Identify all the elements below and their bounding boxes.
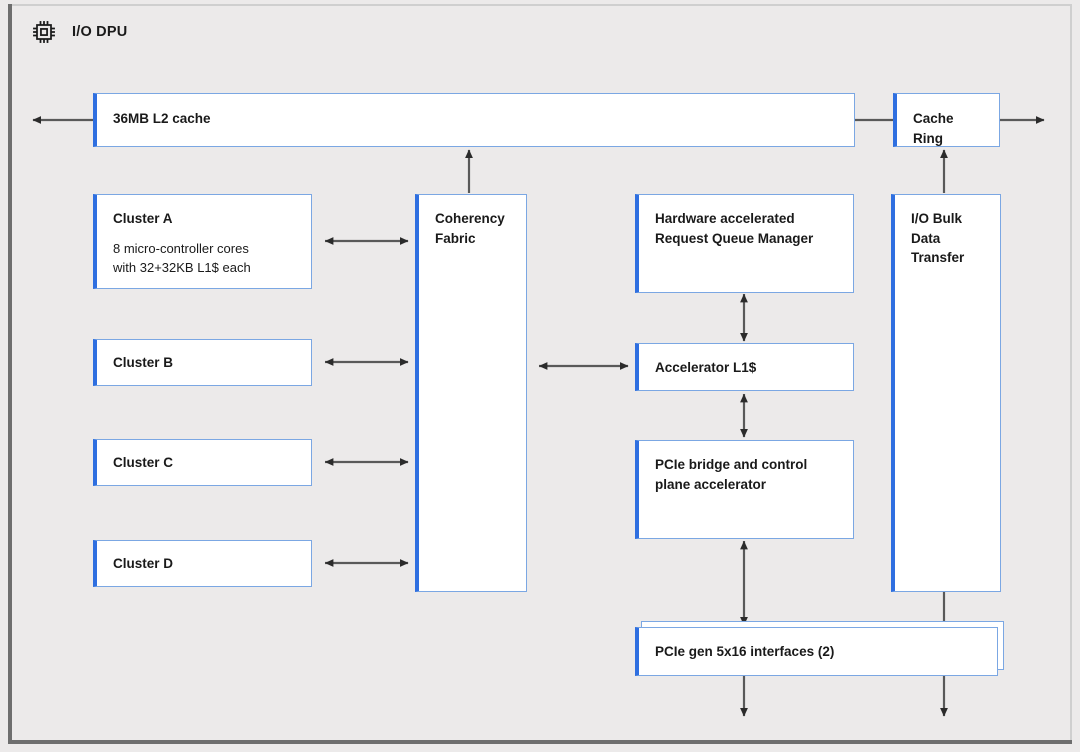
node-io-bulk-data-transfer-label: I/O Bulk Data Transfer (911, 211, 965, 266)
diagram-canvas: I/O DPU 36MB L2 cache Cache Ring Cluster… (0, 0, 1080, 752)
node-l2-cache[interactable]: 36MB L2 cache (93, 93, 855, 147)
node-pcie-bridge[interactable]: PCIe bridge and control plane accelerato… (635, 440, 854, 539)
node-cluster-d[interactable]: Cluster D (93, 540, 312, 587)
node-cluster-b[interactable]: Cluster B (93, 339, 312, 386)
node-pcie-interfaces-label: PCIe gen 5x16 interfaces (2) (655, 644, 835, 659)
frame-right-edge (1070, 4, 1072, 744)
node-coherency-fabric[interactable]: Coherency Fabric (415, 194, 527, 592)
node-cluster-a-detail: 8 micro-controller cores with 32+32KB L1… (113, 240, 251, 276)
node-cluster-c[interactable]: Cluster C (93, 439, 312, 486)
frame-bottom-edge (8, 740, 1072, 744)
node-request-queue-manager[interactable]: Hardware accelerated Request Queue Manag… (635, 194, 854, 293)
node-accelerator-l1-label: Accelerator L1$ (655, 360, 757, 375)
node-cluster-c-label: Cluster C (113, 455, 174, 470)
node-cache-ring[interactable]: Cache Ring (893, 93, 1000, 147)
node-cluster-a[interactable]: Cluster A 8 micro-controller cores with … (93, 194, 312, 289)
frame-top-edge (8, 4, 1072, 6)
node-request-queue-manager-label: Hardware accelerated Request Queue Manag… (655, 211, 814, 246)
frame-left-edge (8, 4, 12, 744)
chip-icon (30, 18, 58, 46)
node-cluster-b-label: Cluster B (113, 355, 174, 370)
node-accelerator-l1[interactable]: Accelerator L1$ (635, 343, 854, 391)
diagram-header: I/O DPU (14, 8, 127, 56)
node-cluster-a-label: Cluster A (113, 211, 173, 226)
node-cluster-d-label: Cluster D (113, 556, 174, 571)
node-l2-cache-label: 36MB L2 cache (113, 111, 211, 126)
node-coherency-fabric-label: Coherency Fabric (435, 211, 505, 246)
page-title: I/O DPU (72, 24, 128, 40)
node-io-bulk-data-transfer[interactable]: I/O Bulk Data Transfer (891, 194, 1001, 592)
node-pcie-bridge-label: PCIe bridge and control plane accelerato… (655, 457, 808, 492)
node-pcie-interfaces[interactable]: PCIe gen 5x16 interfaces (2) (635, 627, 998, 676)
node-cache-ring-label: Cache Ring (913, 111, 954, 146)
